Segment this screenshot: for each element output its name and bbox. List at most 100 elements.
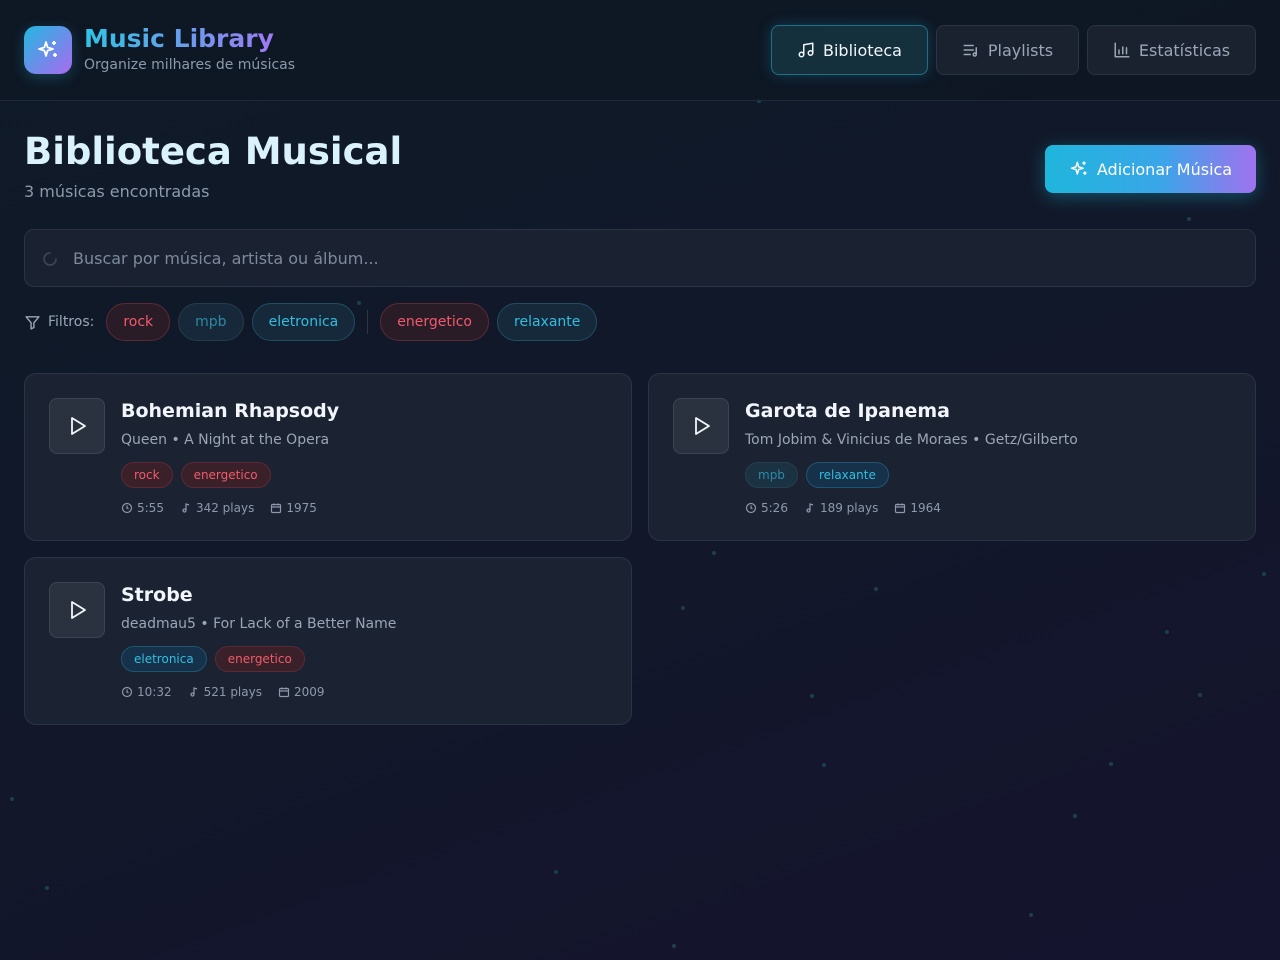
- song-duration: 5:55: [137, 501, 164, 515]
- play-button[interactable]: [49, 582, 105, 638]
- background-dot: [10, 797, 14, 801]
- filter-divider: [367, 310, 369, 334]
- year-stat: 1964: [894, 501, 941, 515]
- background-dot: [1029, 913, 1033, 917]
- app-header: Music Library Organize milhares de músic…: [0, 0, 1280, 101]
- page-title: Biblioteca Musical: [24, 130, 403, 173]
- song-artist-album: Tom Jobim & Vinicius de Moraes • Getz/Gi…: [745, 432, 1078, 448]
- nav-playlists-label: Playlists: [987, 40, 1054, 60]
- nav-estatisticas-button[interactable]: Estatísticas: [1087, 25, 1256, 75]
- duration-stat: 10:32: [121, 685, 172, 699]
- play-button[interactable]: [673, 398, 729, 454]
- duration-stat: 5:55: [121, 501, 164, 515]
- plays-stat: 521 plays: [188, 685, 262, 699]
- song-stats: 5:26 189 plays 1964: [745, 501, 941, 515]
- background-dot: [672, 944, 676, 948]
- bar-chart-icon: [1114, 42, 1130, 58]
- background-dot: [810, 694, 814, 698]
- background-dot: [554, 870, 558, 874]
- song-title: Strobe: [121, 584, 193, 606]
- filter-chip-mpb[interactable]: mpb: [178, 303, 244, 341]
- music-note-icon: [182, 503, 190, 513]
- song-tag: rock: [121, 462, 173, 488]
- song-tag: eletronica: [121, 646, 207, 672]
- background-dot: [1073, 814, 1077, 818]
- song-tags: eletronica energetico: [121, 646, 305, 672]
- add-music-button[interactable]: Adicionar Música: [1045, 145, 1256, 193]
- results-count: 3 músicas encontradas: [24, 182, 210, 201]
- song-tags: rock energetico: [121, 462, 271, 488]
- play-icon: [695, 417, 710, 435]
- song-duration: 5:26: [761, 501, 788, 515]
- background-dot: [1109, 762, 1113, 766]
- music-note-icon: [806, 503, 814, 513]
- song-stats: 5:55 342 plays 1975: [121, 501, 317, 515]
- calendar-icon: [278, 687, 290, 698]
- song-card[interactable]: Strobe deadmau5 • For Lack of a Better N…: [24, 557, 632, 725]
- app-logo[interactable]: [24, 26, 72, 74]
- background-dot: [1262, 572, 1266, 576]
- calendar-icon: [271, 503, 282, 514]
- background-dot: [712, 551, 716, 555]
- song-duration: 10:32: [137, 685, 172, 699]
- music-note-icon: [189, 687, 197, 697]
- filter-bar: Filtros: rock mpb eletronica energetico …: [24, 303, 605, 341]
- nav-biblioteca-label: Biblioteca: [823, 40, 902, 60]
- background-dot: [45, 886, 49, 890]
- plays-stat: 342 plays: [180, 501, 254, 515]
- app-title: Music Library: [84, 24, 274, 53]
- duration-stat: 5:26: [745, 501, 788, 515]
- song-year: 1964: [910, 501, 941, 515]
- clock-icon: [121, 686, 133, 698]
- song-card[interactable]: Garota de Ipanema Tom Jobim & Vinicius d…: [648, 373, 1256, 541]
- app-subtitle: Organize milhares de músicas: [84, 57, 296, 73]
- play-icon: [71, 417, 86, 435]
- year-stat: 2009: [278, 685, 325, 699]
- nav-estatisticas-label: Estatísticas: [1138, 40, 1231, 60]
- filters-label: Filtros:: [24, 314, 94, 331]
- song-tags: mpb relaxante: [745, 462, 889, 488]
- year-stat: 1975: [270, 501, 317, 515]
- filter-chip-relaxante[interactable]: relaxante: [497, 303, 598, 341]
- song-plays: 189 plays: [819, 501, 879, 515]
- nav-playlists-button[interactable]: Playlists: [936, 25, 1079, 75]
- clock-icon: [745, 502, 757, 514]
- search-icon: [43, 252, 57, 266]
- list-music-icon: [963, 44, 977, 57]
- search-input[interactable]: [73, 230, 1243, 286]
- background-dot: [1198, 693, 1202, 697]
- calendar-icon: [895, 503, 906, 514]
- background-dot: [874, 587, 878, 591]
- song-card[interactable]: Bohemian Rhapsody Queen • A Night at the…: [24, 373, 632, 541]
- song-year: 1975: [286, 501, 317, 515]
- sparkles-icon: [38, 41, 57, 57]
- sparkles-icon: [1070, 161, 1087, 175]
- filters-label-text: Filtros:: [48, 314, 95, 330]
- song-tag: relaxante: [805, 462, 889, 488]
- search-bar: [24, 229, 1256, 287]
- filter-chip-eletronica[interactable]: eletronica: [251, 303, 356, 341]
- song-tag: mpb: [745, 462, 798, 488]
- nav-biblioteca-button[interactable]: Biblioteca: [771, 25, 928, 75]
- add-music-label: Adicionar Música: [1096, 159, 1233, 179]
- filter-chip-energetico[interactable]: energetico: [380, 303, 490, 341]
- music-note-icon: [798, 42, 814, 58]
- clock-icon: [121, 502, 133, 514]
- song-tag: energetico: [214, 646, 305, 672]
- filter-icon: [25, 315, 40, 330]
- plays-stat: 189 plays: [804, 501, 878, 515]
- song-title: Garota de Ipanema: [745, 400, 950, 422]
- background-dot: [1165, 630, 1169, 634]
- song-artist-album: Queen • A Night at the Opera: [121, 432, 330, 448]
- song-plays: 521 plays: [203, 685, 262, 699]
- background-dot: [822, 763, 826, 767]
- play-icon: [71, 601, 86, 619]
- song-year: 2009: [293, 685, 325, 699]
- song-plays: 342 plays: [195, 501, 255, 515]
- song-tag: energetico: [180, 462, 271, 488]
- filter-chip-rock[interactable]: rock: [106, 303, 171, 341]
- background-dot: [681, 606, 685, 610]
- background-dot: [1187, 217, 1191, 221]
- play-button[interactable]: [49, 398, 105, 454]
- song-artist-album: deadmau5 • For Lack of a Better Name: [121, 616, 397, 632]
